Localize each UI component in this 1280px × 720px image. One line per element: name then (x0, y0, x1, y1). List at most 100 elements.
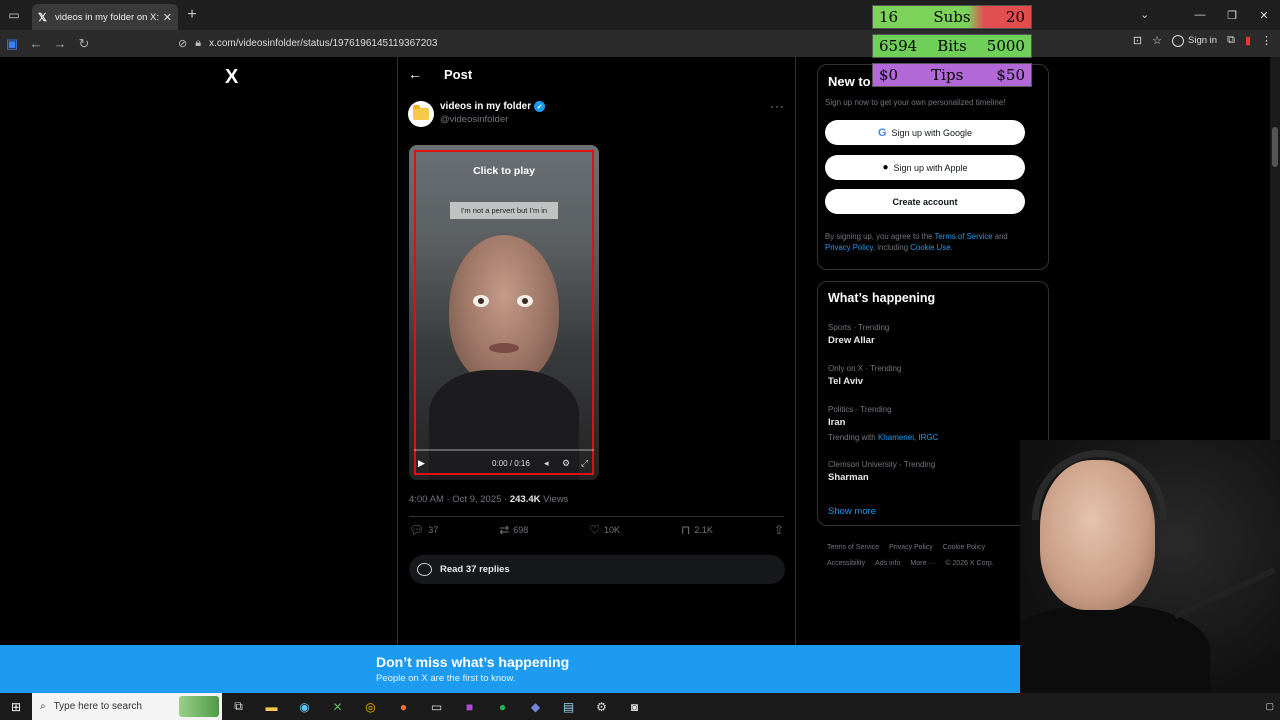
x-logo[interactable]: X (225, 66, 238, 89)
author-handle[interactable]: @videosinfolder (440, 114, 508, 125)
show-more-link[interactable]: Show more (828, 506, 876, 517)
like-button[interactable]: ♡ 10K (589, 523, 620, 537)
lock-icon: 🔒︎ (195, 37, 202, 49)
tab-list-icon[interactable]: ▭ (0, 0, 28, 30)
settings-icon[interactable]: ⚙ (562, 458, 570, 469)
apple-signup-button[interactable]: ● Sign up with Apple (825, 155, 1025, 180)
play-icon[interactable]: ▶ (418, 458, 425, 469)
notepad-icon[interactable]: ▤ (552, 693, 585, 720)
trend-item[interactable]: Only on X · Trending Tel Aviv (828, 364, 901, 387)
scrollbar-thumb[interactable] (1272, 127, 1278, 167)
footer-link[interactable]: More ··· (910, 560, 935, 567)
terminal-icon[interactable]: ▭ (420, 693, 453, 720)
reload-icon[interactable]: ↻ (72, 36, 96, 52)
tips-goal-overlay: $0 Tips $50 (872, 63, 1032, 87)
close-icon[interactable]: ✕ (163, 11, 172, 24)
trend-meta: Clemson University · Trending (828, 460, 936, 469)
plus-icon[interactable]: + (178, 6, 206, 24)
trending-with-links[interactable]: Khamenei, IRGC (878, 433, 938, 442)
shield-icon[interactable]: ▮ (1245, 34, 1251, 47)
trend-item[interactable]: Sports · Trending Drew Allar (828, 323, 889, 346)
terms-prefix: By signing up, you agree to the (825, 232, 935, 241)
tips-goal: $50 (996, 66, 1025, 84)
footer-copyright: © 2026 X Corp. (945, 560, 994, 567)
post-time-text[interactable]: 4:00 AM · Oct 9, 2025 · (409, 494, 510, 505)
footer-link[interactable]: Cookie Policy (943, 544, 985, 551)
discord-icon[interactable]: ◆ (519, 693, 552, 720)
heart-icon: ♡ (589, 523, 601, 537)
trend-item[interactable]: Clemson University · Trending Sharman (828, 460, 935, 483)
repost-button[interactable]: ⇄ 698 (499, 523, 528, 537)
taskbar-search[interactable]: ⌕ Type here to search (32, 693, 222, 720)
extensions-icon[interactable]: ⧉ (1227, 34, 1235, 47)
create-account-button[interactable]: Create account (825, 189, 1025, 214)
more-options-icon[interactable]: ··· (770, 99, 785, 113)
spotify-icon[interactable]: ● (486, 693, 519, 720)
forward-icon[interactable]: → (48, 36, 72, 51)
chat-bubble-icon (417, 563, 432, 576)
share-button[interactable]: ⇧ (774, 523, 784, 537)
window-close-icon[interactable]: ✕ (1248, 0, 1280, 30)
trend-meta: Only on X · Trending (828, 364, 902, 373)
site-info-icon[interactable]: ⊘ (178, 37, 187, 50)
next-app-icon[interactable]: ■ (453, 693, 486, 720)
subs-label: Subs (933, 8, 971, 26)
steam-icon[interactable]: ◉ (288, 693, 321, 720)
xbox-icon[interactable]: ✕ (321, 693, 354, 720)
footer-link[interactable]: Accessibility (827, 560, 865, 567)
video-progress-bar[interactable] (414, 449, 594, 451)
terms-link[interactable]: Terms of Service (935, 232, 993, 241)
task-view-icon[interactable]: ⧉ (222, 693, 255, 720)
bits-label: Bits (937, 37, 967, 55)
read-replies-button[interactable]: Read 37 replies (409, 555, 785, 584)
back-icon[interactable]: ← (24, 36, 48, 51)
chrome-icon[interactable]: ◎ (354, 693, 387, 720)
app-icon[interactable]: ◙ (618, 693, 651, 720)
chevron-down-icon[interactable]: ⌄ (1140, 8, 1149, 21)
bits-current: 6594 (879, 37, 918, 55)
click-to-play-label[interactable]: Click to play (409, 165, 599, 177)
more-icon[interactable]: ⋮ (1261, 34, 1272, 47)
settings-icon[interactable]: ⚙ (585, 693, 618, 720)
cookie-link[interactable]: Cookie Use (910, 243, 950, 252)
banner-subtitle: People on X are the first to know. (376, 673, 516, 684)
minimize-icon[interactable]: — (1184, 0, 1216, 30)
share-icon: ⇧ (773, 523, 784, 537)
back-arrow-icon[interactable]: ← (408, 66, 422, 82)
signup-terms: By signing up, you agree to the Terms of… (825, 231, 1040, 253)
notification-icon[interactable]: ▢ (1265, 701, 1274, 712)
volume-icon[interactable]: ◂ (544, 458, 549, 469)
verified-badge-icon: ✓ (534, 101, 546, 112)
sign-in-button[interactable]: Sign in (1172, 34, 1217, 47)
folder-icon (413, 105, 429, 120)
browser-tab[interactable]: 𝕏 videos in my folder on X: "https: ✕ (32, 4, 178, 30)
post-header: ← Post (408, 66, 472, 82)
trend-name: Sharman (828, 472, 869, 483)
webcam-body (1020, 605, 1210, 693)
bookmark-icon: ⊓ (681, 523, 691, 537)
footer-link[interactable]: Ads info (875, 560, 900, 567)
privacy-link[interactable]: Privacy Policy (825, 243, 873, 252)
taskbar-search-placeholder: Type here to search (53, 701, 142, 712)
bookmark-button[interactable]: ⊓ 2.1K (681, 523, 713, 537)
reply-button[interactable]: 💬︎ 37 (409, 523, 438, 537)
firefox-icon[interactable]: ● (387, 693, 420, 720)
star-icon[interactable]: ☆ (1152, 34, 1162, 47)
save-icon[interactable]: ⊡ (1133, 34, 1142, 47)
x-favicon: 𝕏 (38, 12, 47, 24)
trend-item[interactable]: Politics · Trending Iran Trending with K… (828, 405, 938, 442)
avatar[interactable] (408, 101, 434, 127)
google-signup-button[interactable]: G Sign up with Google (825, 120, 1025, 145)
footer-link[interactable]: Privacy Policy (889, 544, 933, 551)
footer-link[interactable]: Terms of Service (827, 544, 879, 551)
sidebar-icon[interactable]: ▣ (0, 36, 24, 52)
file-explorer-icon[interactable]: ▬ (255, 693, 288, 720)
author-name-text: videos in my folder (440, 101, 532, 112)
fullscreen-icon[interactable]: ⤢ (581, 458, 588, 469)
windows-start-icon[interactable]: ⊞ (0, 693, 32, 720)
author-name[interactable]: videos in my folder ✓ (440, 101, 546, 112)
trending-with-label: Trending with (828, 433, 878, 442)
video-player[interactable]: Click to play I'm not a pervert but I'm … (409, 145, 599, 480)
maximize-icon[interactable]: ❐ (1216, 0, 1248, 30)
terms-including: , including (872, 243, 911, 252)
